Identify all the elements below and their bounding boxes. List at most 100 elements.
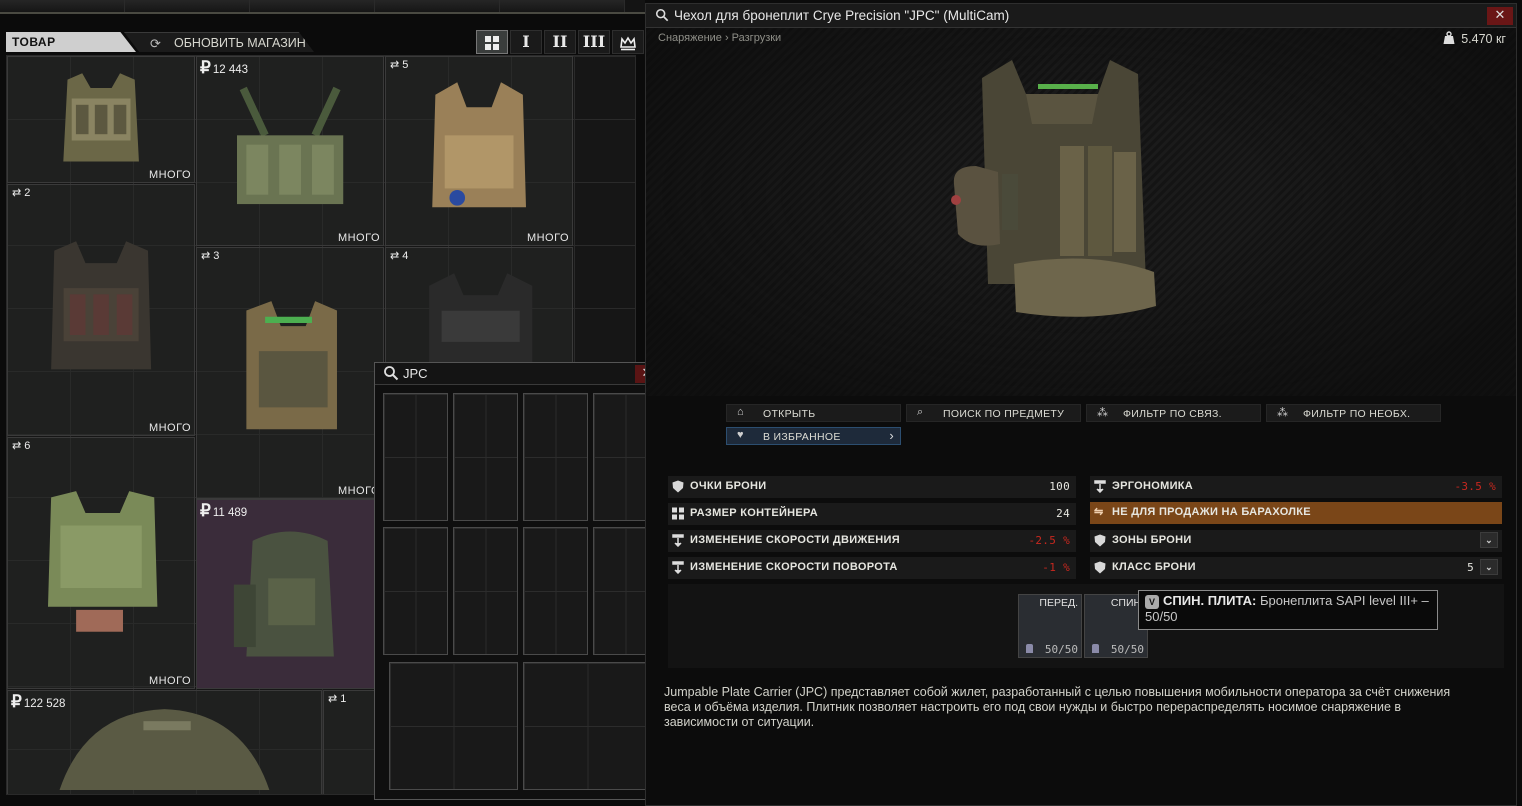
search-query[interactable]: JPC (403, 366, 428, 381)
stat-label: РАЗМЕР КОНТЕЙНЕРА (690, 507, 818, 519)
stat-label: ИЗМЕНЕНИЕ СКОРОСТИ ПОВОРОТА (690, 561, 898, 573)
rig-slot[interactable] (389, 662, 518, 790)
stat-not-for-sale: ⇋ НЕ ДЛЯ ПРОДАЖИ НА БАРАХОЛКЕ (1090, 502, 1502, 524)
item-preview-image[interactable] (942, 54, 1182, 330)
shield-icon (672, 480, 684, 493)
inspect-title-bar[interactable]: Чехол для бронеплит Crye Precision "JPC"… (646, 4, 1516, 28)
shop-item[interactable]: ₽12 443 МНОГО (196, 56, 384, 246)
open-button[interactable]: ⌂ ОТКРЫТЬ (726, 404, 901, 422)
plate-durability: 50/50 (1044, 643, 1078, 656)
barter-badge: ⇄ 1 (328, 693, 347, 705)
shop-item[interactable]: ₽122 528 (7, 690, 322, 794)
rig-slot[interactable] (383, 393, 448, 521)
plate-durability: 50/50 (1110, 643, 1144, 656)
ruble-icon: ₽ (11, 692, 22, 711)
stat-armor-zones[interactable]: ЗОНЫ БРОНИ ⌄ (1090, 530, 1502, 552)
shield-icon (1094, 561, 1106, 574)
tooltip-title: СПИН. ПЛИТА: (1163, 593, 1257, 608)
view-crown-button[interactable] (612, 30, 644, 54)
shop-item[interactable]: ⇄ 3 МНОГО (196, 247, 384, 499)
shop-item[interactable]: ⇄ 6 МНОГО (7, 437, 195, 689)
top-tab[interactable] (250, 0, 375, 12)
stat-value: -1 % (1042, 561, 1070, 574)
add-to-favorites-button[interactable]: ♥ В ИЗБРАННОЕ › (726, 427, 901, 445)
rig-slot[interactable] (453, 393, 518, 521)
stock-label: МНОГО (148, 422, 191, 434)
view-grid-button[interactable] (476, 30, 508, 54)
view-tier-3-button[interactable]: III (578, 30, 610, 54)
durability-icon (1026, 644, 1033, 653)
front-plate-slot[interactable]: ПЕРЕД. 50/50 (1018, 594, 1082, 658)
view-mode-buttons: I II III (476, 30, 644, 54)
shop-item[interactable]: ₽11 489 (196, 499, 384, 689)
grid-icon (485, 36, 499, 50)
barter-count: 5 (402, 59, 409, 71)
filter-required-button[interactable]: ⁂ ФИЛЬТР ПО НЕОБХ. (1266, 404, 1441, 422)
ruble-icon: ₽ (200, 58, 211, 77)
rig-slot[interactable] (453, 527, 518, 655)
item-description: Jumpable Plate Carrier (JPC) представляе… (664, 685, 1451, 729)
search-icon (384, 366, 399, 381)
price-value: 12 443 (212, 64, 249, 76)
view-tier-1-button[interactable]: I (510, 30, 542, 54)
stat-label: ОЧКИ БРОНИ (690, 480, 767, 492)
top-tab-strip (0, 0, 645, 14)
shield-icon (1094, 534, 1106, 547)
stat-value: -2.5 % (1028, 534, 1070, 547)
stock-label: МНОГО (148, 675, 191, 687)
stat-value: 24 (1056, 507, 1070, 520)
price-tag: ₽122 528 (11, 692, 65, 712)
filter-linked-button[interactable]: ⁂ ФИЛЬТР ПО СВЯЗ. (1086, 404, 1261, 422)
top-tab[interactable] (125, 0, 250, 12)
vest-image (432, 82, 526, 208)
weight-value: 5.470 кг (1461, 32, 1506, 46)
shop-item[interactable]: ⇄ 5 МНОГО (385, 56, 573, 246)
chevron-down-icon[interactable]: ⌄ (1480, 559, 1498, 575)
chevron-right-icon: › (889, 428, 894, 443)
breadcrumb[interactable]: Снаряжение › Разгрузки (658, 32, 781, 44)
vest-image (47, 491, 158, 632)
barter-badge: ⇄ 3 (201, 250, 220, 262)
close-inspect-button[interactable]: ✕ (1487, 7, 1513, 25)
stat-label: ИЗМЕНЕНИЕ СКОРОСТИ ДВИЖЕНИЯ (690, 534, 900, 546)
refresh-shop-button[interactable]: ⟳ ОБНОВИТЬ МАГАЗИН (124, 32, 314, 52)
chest-rig-image (236, 86, 344, 205)
search-by-item-button[interactable]: ⌕ ПОИСК ПО ПРЕДМЕТУ (906, 404, 1081, 422)
top-tab[interactable] (500, 0, 625, 12)
nodes-icon: ⁂ (1277, 407, 1289, 419)
tab-goods[interactable]: ТОВАР (6, 32, 136, 52)
plate-slot-label: ПЕРЕД. (1039, 597, 1078, 609)
stat-turn-speed: ИЗМЕНЕНИЕ СКОРОСТИ ПОВОРОТА -1 % (668, 557, 1076, 579)
search-popup-header: JPC ✕ (375, 363, 665, 385)
barter-badge: ⇄ 5 (390, 59, 409, 71)
backpack-image (59, 708, 270, 791)
open-label: ОТКРЫТЬ (763, 408, 816, 420)
rig-slot[interactable] (523, 662, 652, 790)
item-search-popup: JPC ✕ (374, 362, 666, 800)
search-icon (655, 8, 669, 22)
barter-count: 3 (213, 250, 220, 262)
no-trade-icon: ⇋ (1094, 506, 1104, 518)
speed-down-icon (672, 561, 684, 574)
stat-armor-class[interactable]: КЛАСС БРОНИ 5 ⌄ (1090, 557, 1502, 579)
view-tier-2-button[interactable]: II (544, 30, 576, 54)
rig-slot[interactable] (523, 527, 588, 655)
rig-slot[interactable] (383, 527, 448, 655)
shop-item[interactable]: МНОГО (7, 56, 195, 183)
shop-item[interactable]: ⇄ 2 МНОГО (7, 184, 195, 436)
favorites-label: В ИЗБРАННОЕ (763, 431, 841, 443)
chevron-down-icon[interactable]: ⌄ (1480, 532, 1498, 548)
price-value: 122 528 (23, 698, 66, 710)
stat-value: 100 (1049, 480, 1070, 493)
stat-value: -3.5 % (1454, 480, 1496, 493)
top-tab[interactable] (375, 0, 500, 12)
rig-slot[interactable] (523, 393, 588, 521)
refresh-icon: ⟳ (150, 36, 161, 51)
stock-label: МНОГО (148, 169, 191, 181)
top-tab[interactable] (0, 0, 125, 12)
item-title: Чехол для бронеплит Crye Precision "JPC"… (674, 8, 1010, 23)
heart-icon: ♥ (737, 429, 744, 441)
plate-tooltip-icon: V (1145, 595, 1159, 609)
filter-linked-label: ФИЛЬТР ПО СВЯЗ. (1123, 408, 1222, 420)
stat-label: КЛАСС БРОНИ (1112, 561, 1196, 573)
